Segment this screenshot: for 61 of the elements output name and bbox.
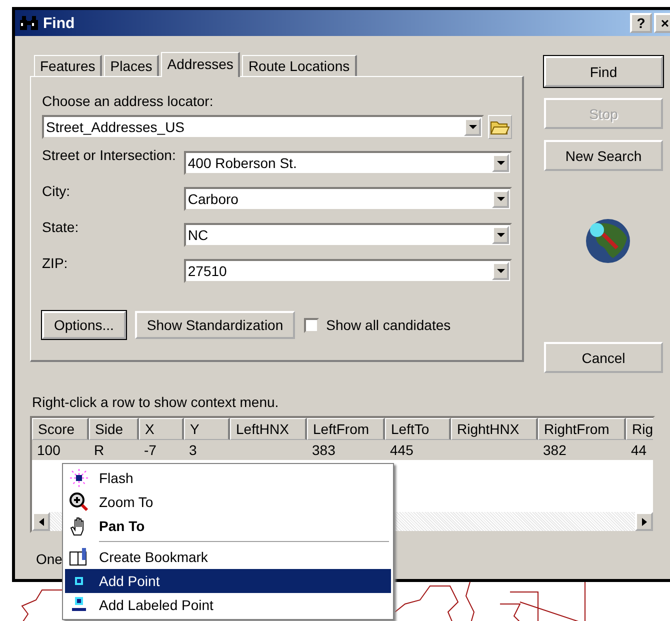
- dropdown-field[interactable]: 27510: [184, 259, 512, 283]
- cancel-button[interactable]: Cancel: [544, 342, 663, 373]
- menu-item[interactable]: Pan To: [65, 514, 391, 538]
- window-title: Find: [43, 14, 76, 32]
- tab[interactable]: Route Locations: [242, 55, 357, 76]
- help-button[interactable]: ?: [630, 13, 652, 33]
- locator-dropdown[interactable]: Street_Addresses_US: [42, 115, 484, 139]
- dialog-button[interactable]: Find: [544, 56, 663, 87]
- column-header[interactable]: LeftHNX: [230, 418, 307, 440]
- scroll-left-button[interactable]: [32, 512, 50, 531]
- binoculars-icon: [19, 15, 39, 31]
- show-all-candidates-checkbox[interactable]: Show all candidates: [304, 317, 451, 333]
- dropdown-field[interactable]: NC: [184, 223, 512, 247]
- globe-icon: [584, 218, 630, 264]
- dialog-button[interactable]: Options...: [42, 311, 126, 339]
- table-cell: 44: [631, 442, 647, 458]
- table-cell: 445: [390, 442, 414, 458]
- menu-item[interactable]: Zoom To: [65, 490, 391, 514]
- table-row[interactable]: 100 R -7 3 383 445 382 44: [32, 440, 653, 460]
- column-header[interactable]: Rig: [626, 418, 653, 440]
- results-hint: Right-click a row to show context menu.: [32, 394, 280, 410]
- dialog-button[interactable]: New Search: [544, 140, 663, 171]
- right-arrow-icon: [642, 518, 646, 526]
- column-header[interactable]: RightHNX: [451, 418, 538, 440]
- column-header[interactable]: RightFrom: [538, 418, 626, 440]
- map-boundary-drawing: [20, 590, 62, 621]
- sparkle-icon: [69, 468, 89, 488]
- menu-item[interactable]: Add Point: [65, 569, 391, 593]
- menu-item[interactable]: Add Labeled Point: [65, 593, 391, 617]
- column-header[interactable]: LeftFrom: [307, 418, 385, 440]
- field-label: State:: [42, 219, 80, 235]
- locator-label: Choose an address locator:: [42, 93, 214, 109]
- tab[interactable]: Places: [104, 55, 160, 76]
- book-icon: [69, 547, 89, 567]
- table-cell: 382: [543, 442, 566, 458]
- open-folder-button[interactable]: [488, 115, 512, 139]
- menu-item[interactable]: Create Bookmark: [65, 545, 391, 569]
- column-header[interactable]: LeftTo: [385, 418, 451, 440]
- status-text: One: [36, 551, 62, 567]
- scroll-right-button[interactable]: [635, 512, 653, 531]
- field-label: City:: [42, 183, 71, 199]
- column-header[interactable]: Side: [89, 418, 139, 440]
- table-cell: -7: [144, 442, 156, 458]
- left-arrow-icon: [38, 518, 44, 526]
- table-cell: 100: [37, 442, 60, 458]
- table-cell: 383: [312, 442, 336, 458]
- zoom-in-icon: [69, 492, 89, 512]
- field-label: Street or Intersection:: [42, 147, 177, 163]
- menu-item[interactable]: Flash: [65, 466, 391, 490]
- column-header[interactable]: X: [139, 418, 184, 440]
- column-header[interactable]: Y: [184, 418, 230, 440]
- dropdown-field[interactable]: Carboro: [184, 187, 512, 211]
- table-cell: R: [94, 442, 104, 458]
- dialog-button[interactable]: Show Standardization: [134, 311, 296, 339]
- close-button[interactable]: ×: [654, 13, 670, 33]
- field-label: ZIP:: [42, 255, 69, 271]
- table-cell: 3: [189, 442, 197, 458]
- tab[interactable]: Addresses: [161, 52, 240, 77]
- tab[interactable]: Features: [34, 55, 102, 76]
- dropdown-field[interactable]: 400 Roberson St.: [184, 151, 512, 175]
- column-header[interactable]: Score: [32, 418, 89, 440]
